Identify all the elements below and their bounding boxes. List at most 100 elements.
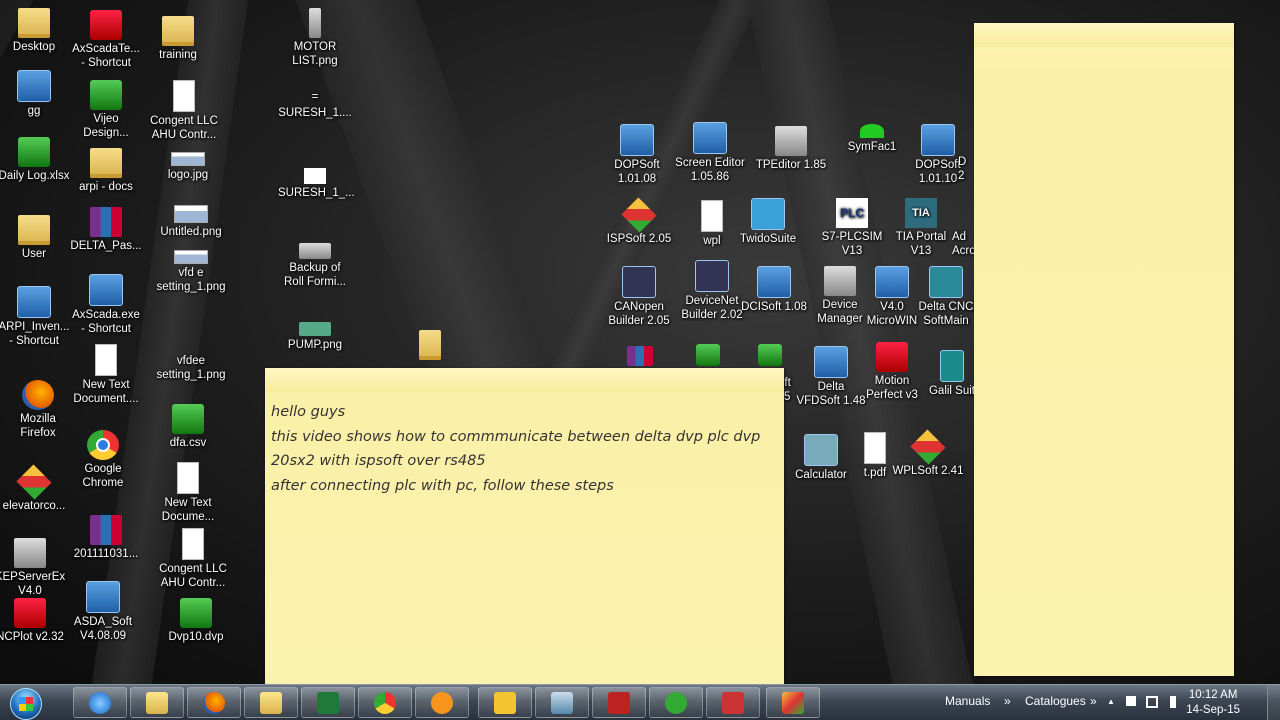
taskbar-picture-viewer[interactable] bbox=[535, 687, 589, 718]
desktop-icon-20111103[interactable]: 201111031... bbox=[69, 515, 143, 561]
desktop-icon-twidosuite[interactable]: TwidoSuite bbox=[731, 198, 805, 246]
desktop-icon-congent-1[interactable]: Congent LLC AHU Contr... bbox=[147, 80, 221, 142]
desktop-icon-wplsoft[interactable]: WPLSoft 2.41 bbox=[891, 429, 965, 478]
firefox-icon bbox=[22, 380, 54, 410]
desktop-icon-firefox[interactable]: Mozilla Firefox bbox=[1, 380, 75, 440]
desktop-icon-chrome[interactable]: Google Chrome bbox=[66, 430, 140, 490]
sticky-note-text[interactable]: hello guys this video shows how to commm… bbox=[265, 392, 784, 506]
wpl-icon bbox=[701, 200, 723, 232]
system-clock[interactable]: 10:12 AM 14-Sep-15 bbox=[1186, 688, 1240, 718]
desktop-icon-arpi-docs[interactable]: arpi - docs bbox=[69, 148, 143, 194]
taskbar-sticky-notes[interactable] bbox=[592, 687, 646, 718]
desktop-icon-partial-3[interactable]: oft 5 bbox=[750, 344, 791, 403]
dcisoft-icon bbox=[757, 266, 791, 298]
dopsoft-icon bbox=[620, 124, 654, 156]
desktop-icon-motor-list[interactable]: MOTOR LIST.png bbox=[278, 8, 352, 68]
taskbar-firefox[interactable] bbox=[187, 687, 241, 718]
desktop-icon-vfd-e-setting[interactable]: vfd e setting_1.png bbox=[154, 250, 228, 294]
desktop-icon-partial-1[interactable] bbox=[622, 346, 658, 368]
toolbar-manuals[interactable]: Manuals bbox=[945, 694, 990, 708]
taskbar-cube-app[interactable] bbox=[766, 687, 820, 718]
desktop-icon-dcisoft[interactable]: DCISoft 1.08 bbox=[737, 266, 811, 314]
sticky-note-right[interactable] bbox=[974, 23, 1234, 676]
desktop-icon-daily-log[interactable]: Daily Log.xlsx bbox=[0, 137, 71, 183]
folder-icon bbox=[90, 148, 122, 178]
network-icon[interactable] bbox=[1146, 696, 1158, 708]
desktop-icon-dopsoft-108[interactable]: DOPSoft 1.01.08 bbox=[600, 124, 674, 186]
desktop-icon-pump[interactable]: PUMP.png bbox=[278, 322, 352, 352]
taskbar-evernote[interactable] bbox=[649, 687, 703, 718]
desktop-icon-elevator[interactable]: elevatorco... bbox=[0, 464, 71, 513]
toolbar-catalogues-chevron[interactable]: » bbox=[1090, 694, 1097, 708]
desktop-icon-canopen[interactable]: CANopen Builder 2.05 bbox=[602, 266, 676, 328]
desktop-icon-suresh-2[interactable]: SURESH_1_... bbox=[278, 168, 355, 200]
calculator-icon bbox=[804, 434, 838, 466]
toolbar-catalogues[interactable]: Catalogues bbox=[1025, 694, 1086, 708]
desktop-icon-partial-acro[interactable]: Ad Acro bbox=[952, 230, 974, 258]
desktop-icon-training[interactable]: training bbox=[141, 16, 215, 62]
winrar-icon bbox=[90, 207, 122, 237]
taskbar-outlook[interactable] bbox=[478, 687, 532, 718]
desktop-icon-new-text-2[interactable]: New Text Docume... bbox=[151, 462, 225, 524]
desktop-icon-vijeo[interactable]: Vijeo Design... bbox=[69, 80, 143, 140]
desktop-icon-s7-plcsim[interactable]: PLC S7-PLCSIM V13 bbox=[815, 198, 889, 258]
app-icon bbox=[696, 344, 720, 366]
desktop-icon-symfac[interactable]: SymFac1 bbox=[835, 124, 909, 154]
taskbar-libraries[interactable] bbox=[130, 687, 184, 718]
desktop-icon-untitled[interactable]: Untitled.png bbox=[154, 205, 228, 239]
windows-logo-icon bbox=[10, 688, 42, 720]
desktop-icon-motion-perfect[interactable]: Motion Perfect v3 bbox=[855, 342, 929, 402]
desktop-icon-suresh-1[interactable]: = SURESH_1.... bbox=[278, 90, 352, 120]
tray-overflow-arrow[interactable]: ▲ bbox=[1105, 696, 1117, 708]
taskbar-media-player[interactable] bbox=[415, 687, 469, 718]
desktop-icon-gg[interactable]: gg bbox=[0, 70, 71, 118]
sticky-note-title-bar[interactable] bbox=[265, 368, 784, 392]
arpi-icon bbox=[17, 286, 51, 318]
desktop-icon-screen-editor[interactable]: Screen Editor 1.05.86 bbox=[673, 122, 747, 184]
desktop-icon-ncplot[interactable]: NCPlot v2.32 bbox=[0, 598, 67, 644]
csv-icon bbox=[172, 404, 204, 434]
toolbar-manuals-chevron[interactable]: » bbox=[1004, 694, 1011, 708]
desktop-icon-ispsoft[interactable]: ISPSoft 2.05 bbox=[602, 197, 676, 246]
sticky-note-main[interactable]: hello guys this video shows how to commm… bbox=[265, 368, 784, 684]
arpi-icon bbox=[722, 692, 744, 714]
desktop-icon-delta-cnc[interactable]: Delta CNC SoftMain bbox=[909, 266, 983, 328]
action-center-flag-icon[interactable] bbox=[1126, 696, 1136, 706]
desktop-icon-axscada-exe[interactable]: AxScada.exe - Shortcut bbox=[69, 274, 143, 336]
winrar-icon bbox=[627, 346, 653, 366]
desktop-icon-user[interactable]: User bbox=[0, 215, 71, 261]
desktop-icon-backup[interactable]: Backup of Roll Formi... bbox=[278, 243, 352, 289]
taskbar-chrome[interactable] bbox=[358, 687, 412, 718]
desktop-icon-dfa-csv[interactable]: dfa.csv bbox=[151, 404, 225, 450]
start-button[interactable] bbox=[4, 686, 46, 720]
desktop-icon-tpeditor[interactable]: TPEditor 1.85 bbox=[754, 126, 828, 172]
volume-icon[interactable] bbox=[1170, 696, 1176, 708]
desktop-icon-tia-portal[interactable]: TIA TIA Portal V13 bbox=[884, 198, 958, 258]
desktop-icon-desktop[interactable]: Desktop bbox=[0, 8, 71, 54]
taskbar-excel[interactable] bbox=[301, 687, 355, 718]
taskbar-windows-explorer[interactable] bbox=[244, 687, 298, 718]
show-desktop-button[interactable] bbox=[1267, 685, 1280, 720]
desktop-icon-new-text-1[interactable]: New Text Document.... bbox=[69, 344, 143, 406]
desktop-icon-partial-2[interactable] bbox=[690, 344, 726, 368]
desktop-icon-hidden-folder[interactable] bbox=[393, 330, 467, 362]
sticky-notes-icon bbox=[608, 692, 630, 714]
sticky-note-right-title-bar[interactable] bbox=[974, 23, 1234, 47]
folder-user-icon bbox=[18, 8, 50, 38]
desktop-icon-axscadate[interactable]: AxScadaTe... - Shortcut bbox=[69, 10, 143, 70]
taskbar-internet-explorer[interactable] bbox=[73, 687, 127, 718]
folder-icon bbox=[419, 330, 441, 360]
desktop-icon-delta-pas[interactable]: DELTA_Pas... bbox=[69, 207, 143, 253]
desktop-icon-galil[interactable]: Galil Suit bbox=[927, 350, 977, 398]
desktop-icon-arpi-inventory[interactable]: ARPI_Inven... - Shortcut bbox=[0, 286, 71, 348]
desktop-icon-dvp10[interactable]: Dvp10.dvp bbox=[159, 598, 233, 644]
taskbar-arpi[interactable] bbox=[706, 687, 760, 718]
desktop[interactable]: Desktop gg Daily Log.xlsx User ARPI_Inve… bbox=[0, 0, 1280, 684]
desktop-icon-kepserver[interactable]: KEPServerEx V4.0 bbox=[0, 538, 67, 598]
desktop-icon-asda-soft[interactable]: ASDA_Soft V4.08.09 bbox=[66, 581, 140, 643]
asda-icon bbox=[86, 581, 120, 613]
desktop-icon-logo[interactable]: logo.jpg bbox=[151, 152, 225, 182]
desktop-icon-vfdee-setting[interactable]: vfdee setting_1.png bbox=[154, 354, 228, 382]
desktop-icon-congent-2[interactable]: Congent LLC AHU Contr... bbox=[156, 528, 230, 590]
chrome-icon bbox=[374, 692, 396, 714]
